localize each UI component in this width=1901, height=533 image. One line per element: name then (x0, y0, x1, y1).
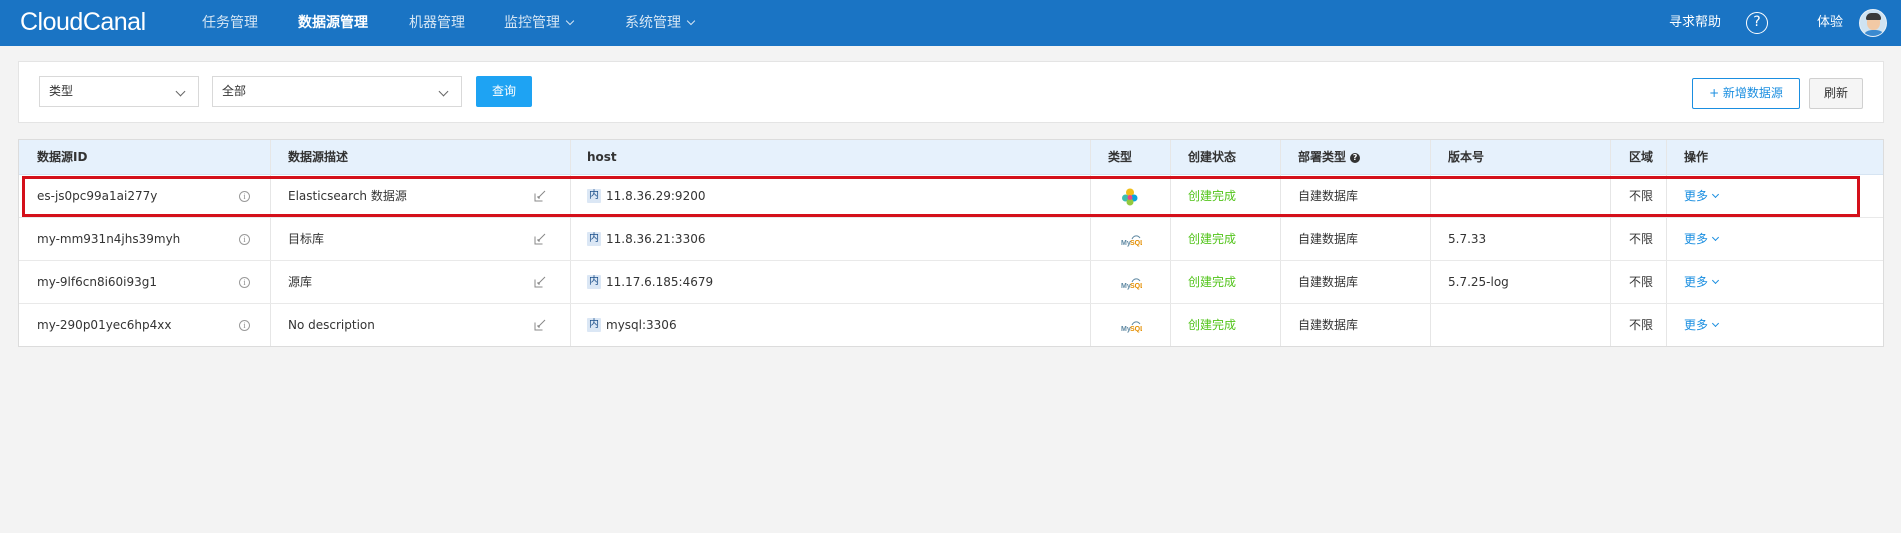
question-circle-icon[interactable]: ? (1746, 12, 1768, 34)
deploy-type: 自建数据库 (1298, 318, 1359, 332)
datasource-description: Elasticsearch 数据源 (288, 189, 407, 203)
info-icon[interactable]: i (239, 320, 250, 331)
more-actions-dropdown[interactable]: 更多 (1684, 261, 1720, 304)
svg-text:SQL: SQL (1130, 326, 1142, 333)
create-status: 创建完成 (1188, 232, 1237, 246)
datasource-id[interactable]: my-mm931n4jhs39myh (37, 218, 180, 261)
mysql-icon: My SQL (1121, 321, 1142, 333)
top-navbar: CloudCanal 任务管理 数据源管理 机器管理 监控管理 系统管理 寻求帮… (0, 0, 1901, 46)
inner-network-tag: 内 (587, 188, 601, 203)
info-icon[interactable]: i (239, 234, 250, 245)
host-cell: 内 11.8.36.29:9200 (587, 175, 705, 218)
filter-panel: 类型 全部 查询 + 新增数据源 刷新 (18, 61, 1884, 123)
col-datasource-id: 数据源ID (37, 150, 88, 164)
col-host: host (587, 150, 617, 164)
version: 5.7.25-log (1448, 275, 1509, 289)
table-row: my-9lf6cn8i60i93g1 i 源库 内 11.17.6.185:467… (19, 261, 1883, 304)
info-icon[interactable]: i (239, 191, 250, 202)
chevron-down-icon (565, 16, 575, 26)
user-avatar[interactable] (1859, 9, 1887, 37)
col-description: 数据源描述 (288, 150, 349, 164)
nav-task-management[interactable]: 任务管理 (202, 0, 258, 46)
region: 不限 (1629, 275, 1654, 289)
add-datasource-button[interactable]: + 新增数据源 (1692, 78, 1800, 109)
nav-monitor-management[interactable]: 监控管理 (504, 0, 575, 46)
more-actions-dropdown[interactable]: 更多 (1684, 175, 1720, 218)
refresh-button[interactable]: 刷新 (1809, 78, 1863, 109)
inner-network-tag: 内 (587, 274, 601, 289)
table-row: es-js0pc99a1ai277y i Elasticsearch 数据源 内… (19, 175, 1883, 218)
edit-icon[interactable] (534, 233, 546, 245)
table-row: my-mm931n4jhs39myh i 目标库 内 11.8.36.21:330… (19, 218, 1883, 261)
deploy-type: 自建数据库 (1298, 232, 1359, 246)
datasource-description: 目标库 (288, 232, 325, 246)
col-type: 类型 (1108, 150, 1133, 164)
nav-datasource-management[interactable]: 数据源管理 (298, 0, 368, 46)
host-cell: 内 11.8.36.21:3306 (587, 218, 705, 261)
chevron-down-icon (1711, 233, 1720, 242)
chevron-down-icon (1711, 276, 1720, 285)
query-button[interactable]: 查询 (476, 76, 532, 107)
edit-icon[interactable] (534, 190, 546, 202)
mysql-icon: My SQL (1121, 235, 1142, 247)
host-value: 11.8.36.21:3306 (606, 232, 706, 246)
deploy-type: 自建数据库 (1298, 275, 1359, 289)
elasticsearch-icon (1122, 188, 1138, 206)
col-actions: 操作 (1684, 150, 1709, 164)
more-actions-dropdown[interactable]: 更多 (1684, 218, 1720, 261)
edit-icon[interactable] (534, 276, 546, 288)
more-actions-dropdown[interactable]: 更多 (1684, 304, 1720, 347)
table-row: my-290p01yec6hp4xx i No description 内 mys… (19, 304, 1883, 347)
inner-network-tag: 内 (587, 317, 601, 332)
host-cell: 内 11.17.6.185:4679 (587, 261, 713, 304)
inner-network-tag: 内 (587, 231, 601, 246)
chevron-down-icon (1711, 319, 1720, 328)
help-link[interactable]: 寻求帮助 (1669, 0, 1721, 46)
question-mark-icon[interactable]: ? (1350, 153, 1361, 163)
type-select-value: 类型 (49, 84, 74, 98)
region: 不限 (1629, 318, 1654, 332)
host-value: 11.8.36.29:9200 (606, 189, 706, 203)
scope-select[interactable]: 全部 (212, 76, 462, 107)
svg-text:SQL: SQL (1130, 283, 1142, 290)
scope-select-value: 全部 (222, 84, 247, 98)
create-status: 创建完成 (1188, 189, 1237, 203)
user-name[interactable]: 体验 (1817, 0, 1843, 46)
datasource-id[interactable]: my-9lf6cn8i60i93g1 (37, 261, 157, 304)
host-cell: 内 mysql:3306 (587, 304, 677, 347)
chevron-down-icon (1711, 190, 1720, 199)
col-deploy-type: 部署类型? (1298, 140, 1361, 175)
cloudcanal-logo[interactable]: CloudCanal (20, 8, 146, 37)
col-create-status: 创建状态 (1188, 150, 1237, 164)
datasource-description: 源库 (288, 275, 313, 289)
create-status: 创建完成 (1188, 275, 1237, 289)
nav-system-management[interactable]: 系统管理 (625, 0, 696, 46)
version: 5.7.33 (1448, 232, 1487, 246)
type-select[interactable]: 类型 (39, 76, 199, 107)
datasource-id[interactable]: es-js0pc99a1ai277y (37, 175, 157, 218)
datasource-description: No description (288, 318, 375, 332)
chevron-down-icon (438, 86, 449, 97)
nav-machine-management[interactable]: 机器管理 (409, 0, 465, 46)
col-region: 区域 (1629, 150, 1654, 164)
host-value: mysql:3306 (606, 318, 677, 332)
svg-text:SQL: SQL (1130, 240, 1142, 247)
datasource-id[interactable]: my-290p01yec6hp4xx (37, 304, 171, 347)
host-value: 11.17.6.185:4679 (606, 275, 714, 289)
deploy-type: 自建数据库 (1298, 189, 1359, 203)
create-status: 创建完成 (1188, 318, 1237, 332)
chevron-down-icon (175, 86, 186, 97)
datasource-table: 数据源ID 数据源描述 host 类型 创建状态 部署类型? 版本号 区域 操作… (18, 139, 1884, 347)
table-header: 数据源ID 数据源描述 host 类型 创建状态 部署类型? 版本号 区域 操作 (19, 140, 1883, 175)
region: 不限 (1629, 232, 1654, 246)
chevron-down-icon (686, 16, 696, 26)
info-icon[interactable]: i (239, 277, 250, 288)
mysql-icon: My SQL (1121, 278, 1142, 290)
edit-icon[interactable] (534, 319, 546, 331)
region: 不限 (1629, 189, 1654, 203)
col-version: 版本号 (1448, 150, 1485, 164)
